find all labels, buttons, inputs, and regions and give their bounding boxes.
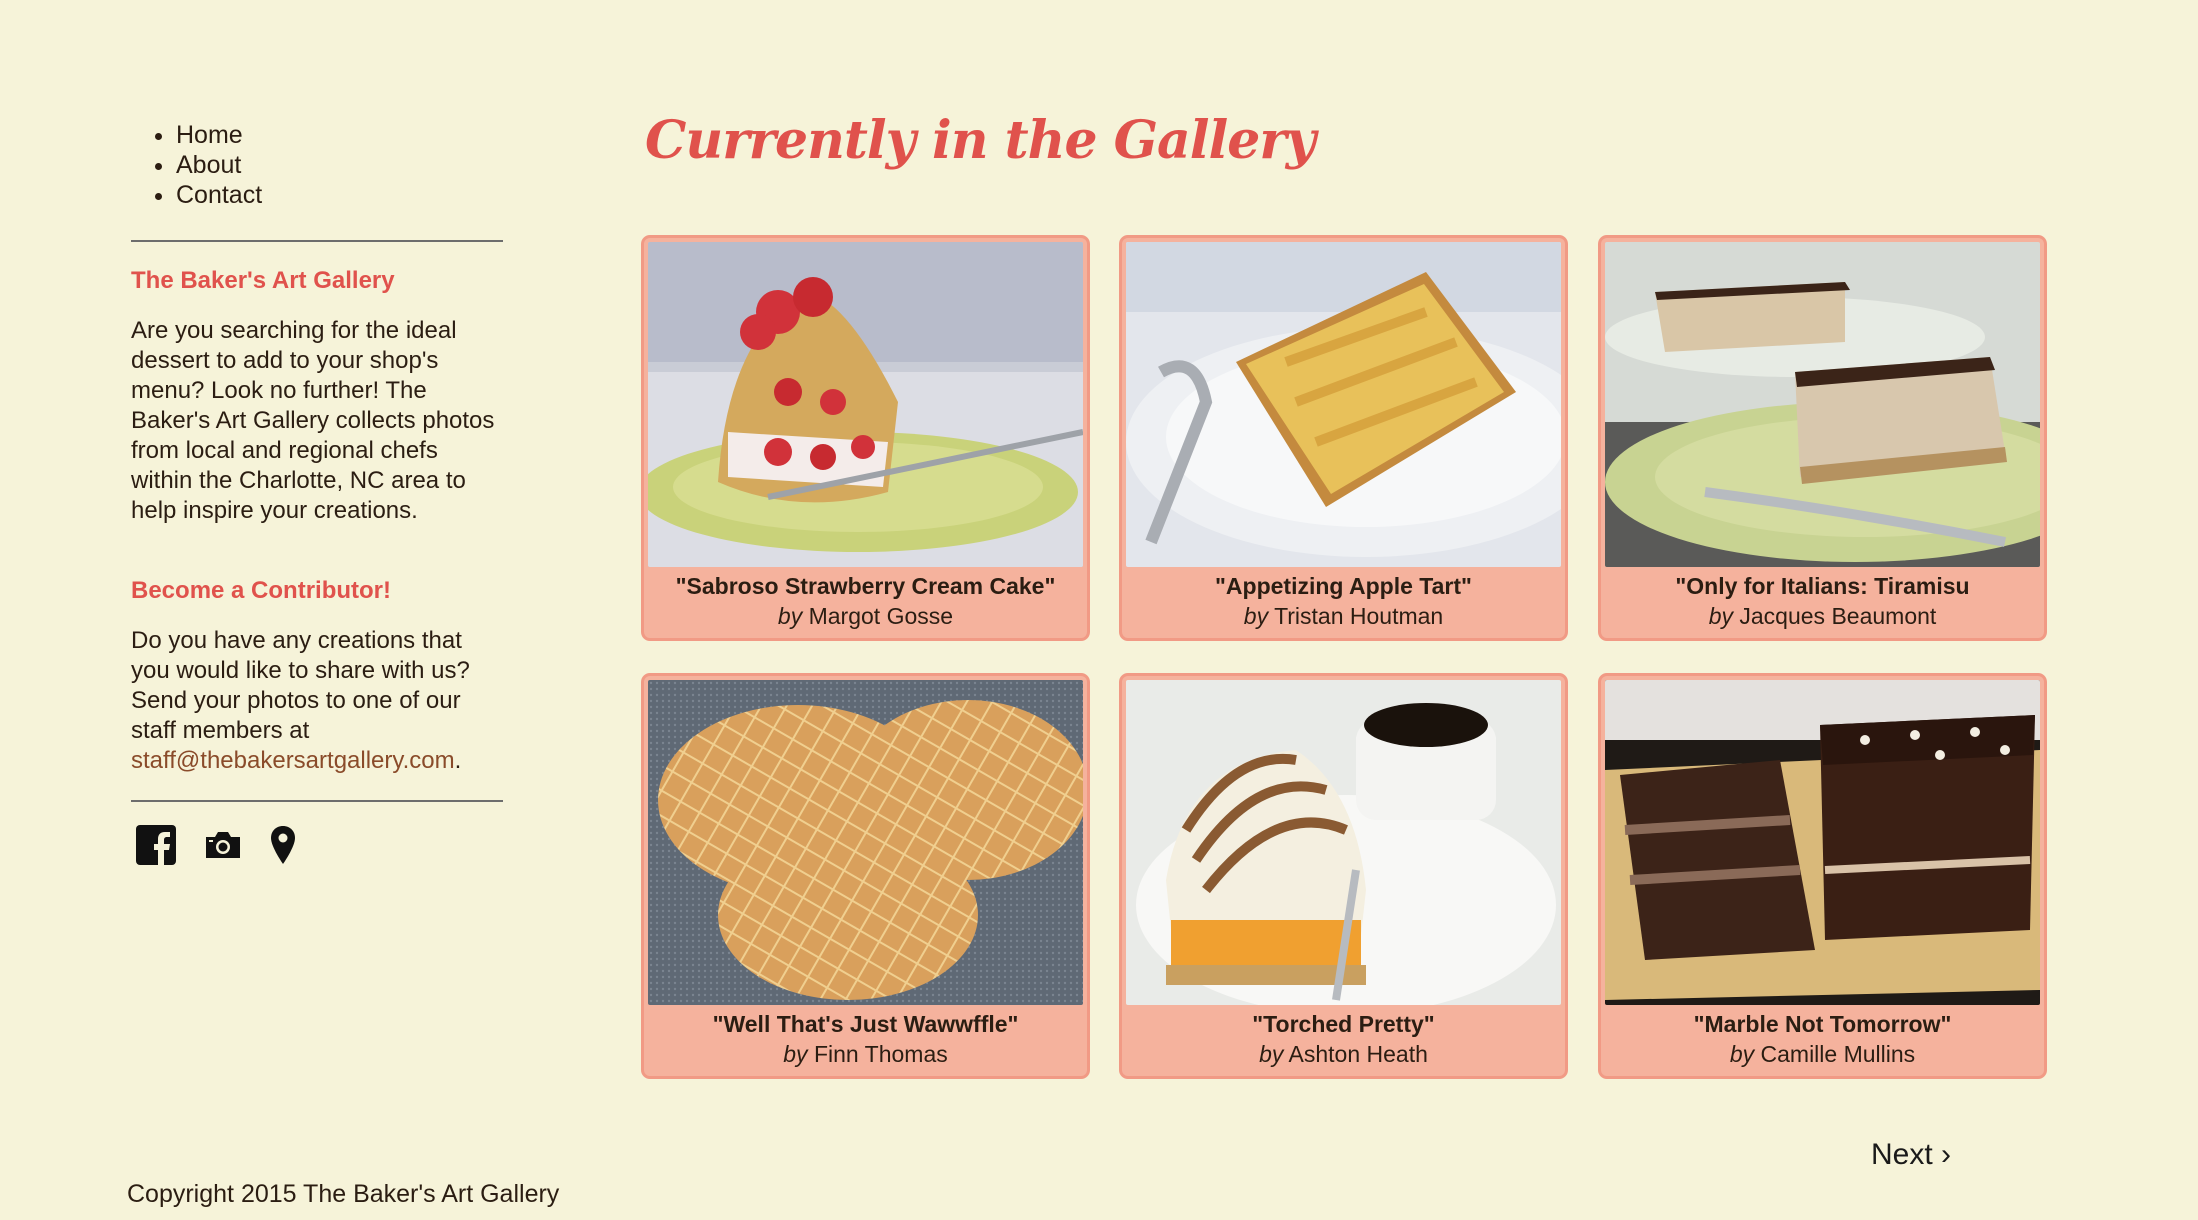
contributor-heading: Become a Contributor! <box>131 577 392 604</box>
card-author: Camille Mullins <box>1760 1041 1916 1067</box>
card-author: Finn Thomas <box>813 1041 948 1067</box>
card-caption: "Well That's Just Wawwffle" by Finn Thom… <box>644 1009 1087 1069</box>
card-title: "Only for Italians: Tiramisu <box>1675 573 1970 599</box>
nav-link-contact[interactable]: Contact <box>176 181 262 209</box>
nav-item-contact[interactable]: Contact <box>176 180 503 210</box>
card-title: "Marble Not Tomorrow" <box>1693 1011 1952 1037</box>
gallery-card[interactable]: "Only for Italians: Tiramisu by Jacques … <box>1598 235 2047 641</box>
by-word: by <box>1259 1041 1284 1067</box>
social-links <box>131 824 503 871</box>
card-title: "Appetizing Apple Tart" <box>1215 573 1472 599</box>
nav-item-home[interactable]: Home <box>176 120 503 150</box>
card-author: Jacques Beaumont <box>1739 603 1937 629</box>
card-title: "Torched Pretty" <box>1252 1011 1435 1037</box>
staff-email-link[interactable]: staff@thebakersartgallery.com <box>131 747 455 774</box>
gallery-card[interactable]: "Well That's Just Wawwffle" by Finn Thom… <box>641 673 1090 1079</box>
sidebar: Home About Contact The Baker's Art Galle… <box>131 120 503 871</box>
sidebar-divider-bottom <box>131 800 503 802</box>
card-title: "Sabroso Strawberry Cream Cake" <box>675 573 1056 599</box>
card-caption: "Only for Italians: Tiramisu by Jacques … <box>1601 571 2044 631</box>
card-author: Ashton Heath <box>1288 1041 1428 1067</box>
by-word: by <box>783 1041 808 1067</box>
sidebar-divider-top <box>131 240 503 242</box>
gallery-card[interactable]: "Sabroso Strawberry Cream Cake" by Margo… <box>641 235 1090 641</box>
card-caption: "Torched Pretty" by Ashton Heath <box>1122 1009 1565 1069</box>
card-byline: by Ashton Heath <box>1122 1039 1565 1069</box>
next-page-link[interactable]: Next › <box>1871 1138 1951 1172</box>
nav-link-about[interactable]: About <box>176 151 241 179</box>
card-caption: "Appetizing Apple Tart" by Tristan Houtm… <box>1122 571 1565 631</box>
strawberry-cake-photo[interactable] <box>648 242 1083 567</box>
gallery-heading: The Baker's Art Gallery <box>131 267 395 294</box>
nav-item-about[interactable]: About <box>176 150 503 180</box>
gallery-description: Are you searching for the ideal dessert … <box>131 317 495 524</box>
card-author: Tristan Houtman <box>1274 603 1444 629</box>
footer-copyright: Copyright 2015 The Baker's Art Gallery <box>127 1180 560 1208</box>
apple-tart-photo[interactable] <box>1126 242 1561 567</box>
page-title: Currently in the Gallery <box>645 110 1316 171</box>
card-byline: by Finn Thomas <box>644 1039 1087 1069</box>
contributor-text-end: . <box>454 747 462 774</box>
by-word: by <box>777 603 803 629</box>
card-byline: by Margot Gosse <box>644 601 1087 631</box>
gallery-card[interactable]: "Appetizing Apple Tart" by Tristan Houtm… <box>1119 235 1568 641</box>
meringue-tart-photo[interactable] <box>1126 680 1561 1005</box>
main-nav: Home About Contact <box>131 120 503 210</box>
card-byline: by Tristan Houtman <box>1122 601 1565 631</box>
card-caption: "Sabroso Strawberry Cream Cake" by Margo… <box>644 571 1087 631</box>
contributor-description: Do you have any creations that you would… <box>131 626 503 776</box>
map-pin-icon[interactable] <box>269 825 297 870</box>
card-byline: by Jacques Beaumont <box>1601 601 2044 631</box>
gallery-card[interactable]: "Torched Pretty" by Ashton Heath <box>1119 673 1568 1079</box>
card-title: "Well That's Just Wawwffle" <box>712 1011 1019 1037</box>
gallery-card[interactable]: "Marble Not Tomorrow" by Camille Mullins <box>1598 673 2047 1079</box>
chocolate-cake-photo[interactable] <box>1605 680 2040 1005</box>
card-author: Margot Gosse <box>808 603 954 629</box>
by-word: by <box>1243 603 1269 629</box>
camera-icon[interactable] <box>203 829 243 866</box>
card-caption: "Marble Not Tomorrow" by Camille Mullins <box>1601 1009 2044 1069</box>
nav-link-home[interactable]: Home <box>176 121 243 149</box>
by-word: by <box>1729 1041 1755 1067</box>
facebook-icon[interactable] <box>135 824 177 871</box>
card-byline: by Camille Mullins <box>1601 1039 2044 1069</box>
waffle-cookies-photo[interactable] <box>648 680 1083 1005</box>
contributor-text: Do you have any creations that you would… <box>131 627 470 744</box>
tiramisu-photo[interactable] <box>1605 242 2040 567</box>
by-word: by <box>1708 603 1733 629</box>
